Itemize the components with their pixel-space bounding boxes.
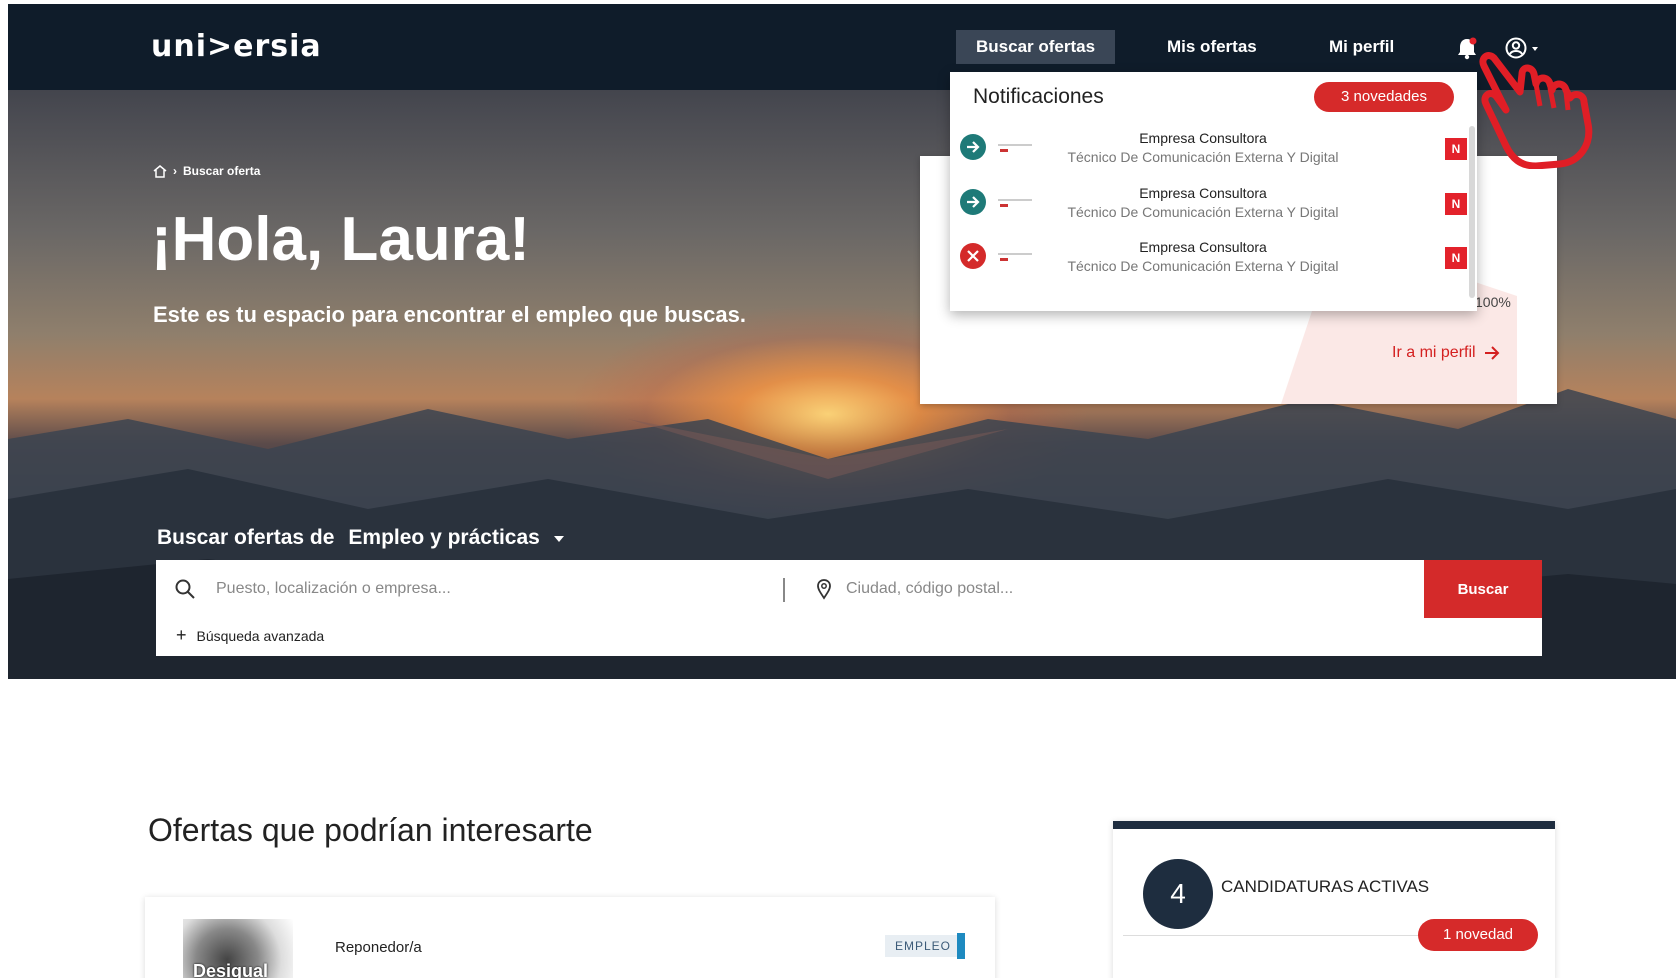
- search-button[interactable]: Buscar: [1424, 560, 1542, 618]
- arrow-right-icon: [960, 134, 986, 160]
- company-logo: [998, 253, 1032, 261]
- breadcrumb-current: Buscar oferta: [183, 164, 261, 178]
- offer-card[interactable]: Desigual Reponedor/a EMPLEO: [145, 897, 995, 978]
- notifications-title: Notificaciones: [973, 85, 1104, 108]
- notifications-scrollbar[interactable]: [1469, 126, 1475, 298]
- notifications-dropdown: Notificaciones 3 novedades Empresa Consu…: [950, 72, 1477, 311]
- greeting-heading: ¡Hola, Laura!: [151, 205, 530, 274]
- company-logo: [998, 144, 1032, 152]
- search-category-value: Empleo y prácticas: [348, 526, 540, 549]
- search-divider: [783, 578, 785, 602]
- notification-role: Técnico De Comunicación Externa Y Digita…: [1067, 258, 1339, 274]
- breadcrumb-separator-icon: ›: [173, 164, 177, 178]
- nav-mis-ofertas[interactable]: Mis ofertas: [1147, 30, 1277, 64]
- company-logo-text: Desigual: [193, 961, 269, 978]
- advanced-search-label: Búsqueda avanzada: [196, 627, 325, 644]
- notification-company: Empresa Consultora: [1139, 130, 1267, 146]
- hand-pointer-icon: [1479, 52, 1593, 169]
- universia-logo[interactable]: uni>ersia: [151, 29, 322, 64]
- arrow-right-icon: [960, 189, 986, 215]
- offer-tag-accent: [957, 933, 965, 959]
- notification-item[interactable]: Empresa Consultora Técnico De Comunicaci…: [960, 177, 1467, 229]
- hero-subtitle: Este es tu espacio para encontrar el emp…: [153, 302, 747, 327]
- notification-item[interactable]: Empresa Consultora Técnico De Comunicaci…: [960, 122, 1467, 174]
- notification-role: Técnico De Comunicación Externa Y Digita…: [1067, 204, 1339, 220]
- search-label-prefix: Buscar ofertas de: [157, 526, 335, 549]
- notification-company: Empresa Consultora: [1139, 239, 1267, 255]
- location-input[interactable]: [846, 574, 1406, 604]
- profile-completion-percent: 100%: [1475, 294, 1511, 310]
- active-applications-badge: 1 novedad: [1418, 919, 1538, 951]
- nav-buscar-ofertas[interactable]: Buscar ofertas: [956, 30, 1116, 64]
- advanced-search-link[interactable]: + Búsqueda avanzada: [176, 625, 324, 646]
- new-flag: N: [1445, 138, 1467, 160]
- notification-item[interactable]: Empresa Consultora Técnico De Comunicaci…: [960, 231, 1467, 283]
- notification-company: Empresa Consultora: [1139, 185, 1267, 201]
- plus-icon: +: [176, 625, 187, 645]
- search-box: Buscar + Búsqueda avanzada: [156, 560, 1542, 656]
- chevron-down-icon: [553, 536, 564, 542]
- search-icon: [175, 579, 195, 599]
- offers-section-title: Ofertas que podrían interesarte: [148, 812, 593, 848]
- active-applications-label: CANDIDATURAS ACTIVAS: [1221, 877, 1430, 896]
- go-to-profile-link[interactable]: Ir a mi perfil: [1392, 344, 1500, 362]
- nav-mi-perfil[interactable]: Mi perfil: [1309, 30, 1414, 64]
- search-input[interactable]: [216, 574, 776, 604]
- new-flag: N: [1445, 193, 1467, 215]
- breadcrumb: › Buscar oferta: [153, 164, 260, 178]
- bell-icon[interactable]: [1456, 36, 1478, 60]
- go-to-profile-label: Ir a mi perfil: [1392, 344, 1476, 361]
- notifications-count-badge: 3 novedades: [1314, 82, 1454, 112]
- company-logo: [998, 199, 1032, 207]
- offer-title[interactable]: Reponedor/a: [335, 939, 422, 956]
- page: uni>ersia Buscar ofertas Mis ofertas Mi …: [8, 4, 1676, 978]
- close-icon: [960, 243, 986, 269]
- active-applications-count: 4: [1143, 859, 1213, 929]
- location-pin-icon: [817, 579, 831, 600]
- offer-type-tag: EMPLEO: [885, 935, 962, 957]
- home-icon[interactable]: [153, 164, 167, 178]
- search-category-label: Buscar ofertas de Empleo y prácticas: [157, 526, 564, 550]
- search-category-select[interactable]: Empleo y prácticas: [348, 526, 564, 550]
- notification-role: Técnico De Comunicación Externa Y Digita…: [1067, 149, 1339, 165]
- new-flag: N: [1445, 247, 1467, 269]
- active-applications-card[interactable]: 4 CANDIDATURAS ACTIVAS 1 novedad: [1113, 821, 1555, 978]
- divider: [1123, 935, 1423, 936]
- company-logo: Desigual: [183, 919, 293, 978]
- arrow-right-icon: [1484, 346, 1499, 360]
